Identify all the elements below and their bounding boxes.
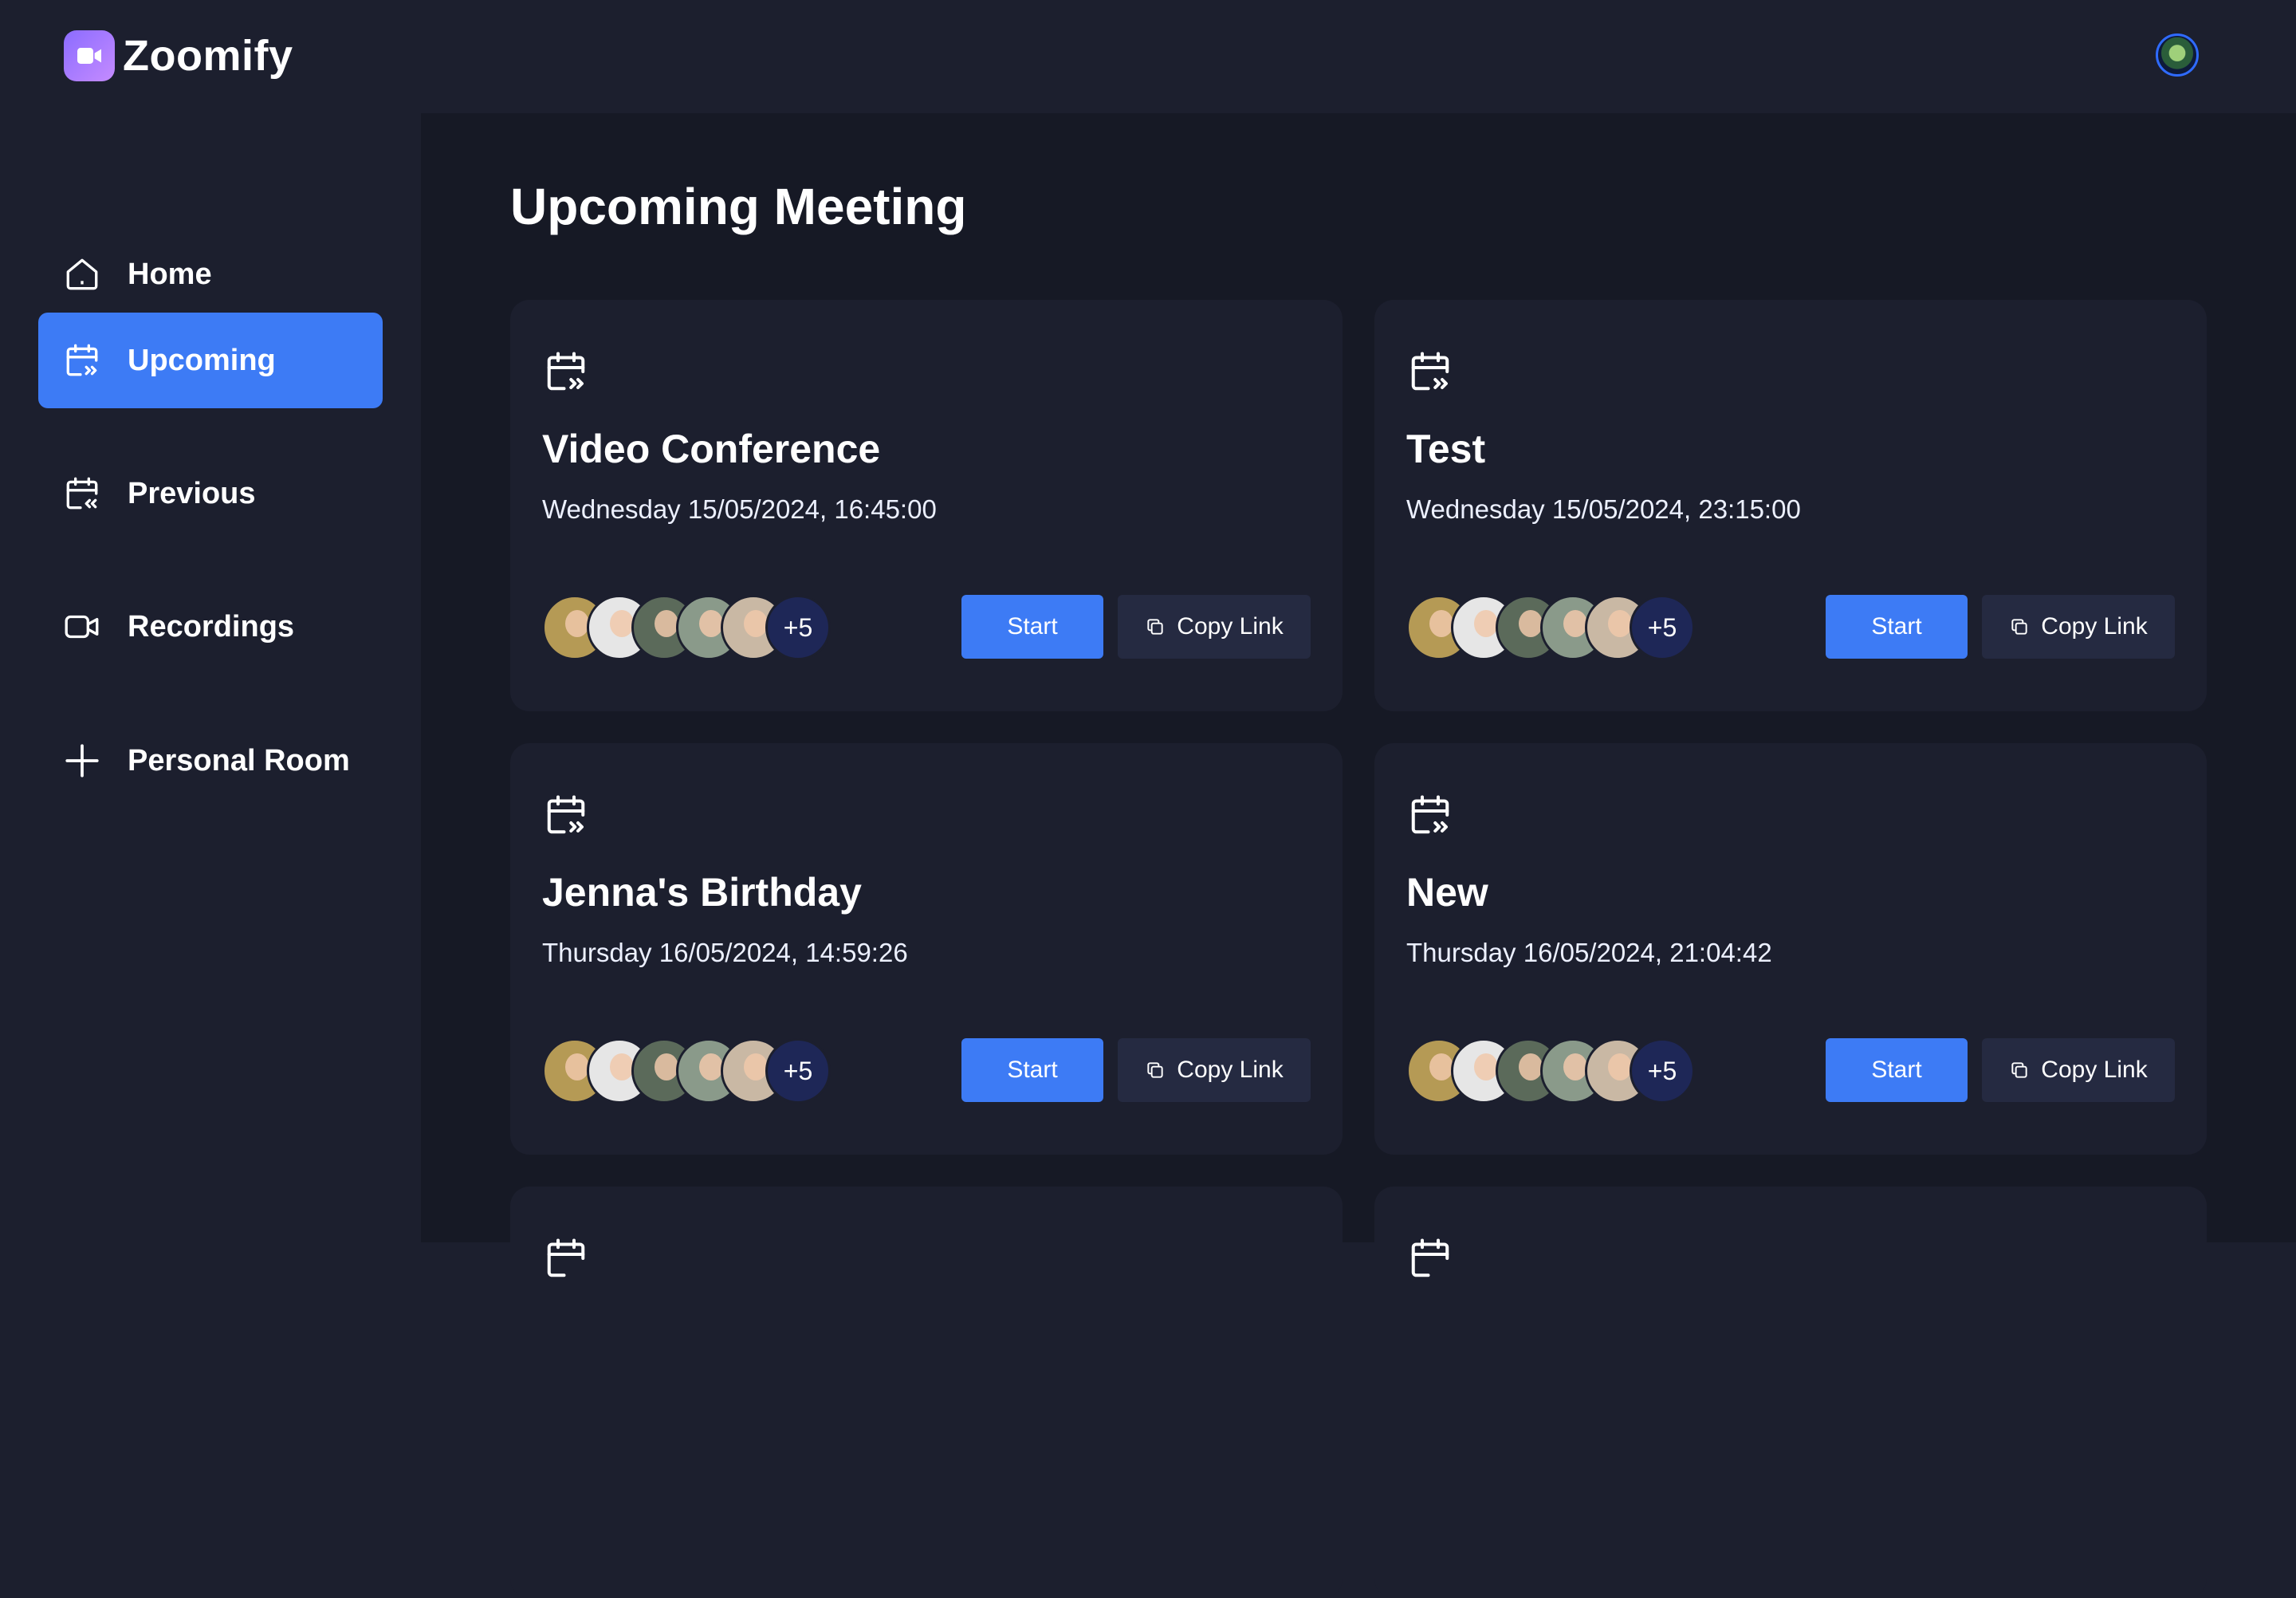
meeting-title: Jenna's Birthday [542, 870, 862, 915]
calendar-upcoming-icon [1411, 795, 1449, 834]
sidebar-item-label: Previous [128, 476, 256, 510]
start-button[interactable]: Start [961, 595, 1103, 659]
more-attendees-badge: +5 [1630, 595, 1695, 660]
attendee-avatars: +5 [1406, 595, 1695, 660]
copy-icon [1147, 1062, 1163, 1078]
sidebar: Home Upcoming Previous Recordings Person… [0, 113, 421, 1242]
meeting-card: New Thursday 16/05/2024, 21:04:42 +5 Sta… [1374, 743, 2207, 1155]
meeting-date: Wednesday 15/05/2024, 23:15:00 [1406, 494, 1801, 524]
more-attendees-badge: +5 [1630, 1038, 1695, 1104]
sidebar-item-previous[interactable]: Previous [38, 446, 383, 541]
home-icon [66, 258, 98, 290]
copy-link-label: Copy Link [1177, 1057, 1284, 1083]
calendar-upcoming-icon [547, 1238, 585, 1277]
sidebar-item-upcoming[interactable]: Upcoming [38, 313, 383, 408]
meeting-card [1374, 1187, 2207, 1598]
sidebar-item-recordings[interactable]: Recordings [38, 579, 383, 675]
start-button[interactable]: Start [1826, 595, 1968, 659]
calendar-previous-icon [66, 477, 98, 510]
meeting-date: Wednesday 15/05/2024, 16:45:00 [542, 494, 937, 524]
main-content: Upcoming Meeting Video Conference Wednes… [421, 113, 2296, 1598]
app-name: Zoomify [123, 32, 293, 80]
video-camera-icon [65, 615, 99, 639]
copy-icon [2011, 619, 2027, 635]
meeting-card: Jenna's Birthday Thursday 16/05/2024, 14… [510, 743, 1343, 1155]
user-avatar[interactable] [2156, 33, 2199, 77]
meeting-date: Thursday 16/05/2024, 21:04:42 [1406, 938, 1772, 967]
page-title: Upcoming Meeting [510, 178, 967, 235]
start-button[interactable]: Start [961, 1038, 1103, 1102]
start-button[interactable]: Start [1826, 1038, 1968, 1102]
copy-link-label: Copy Link [2041, 613, 2148, 640]
copy-icon [2011, 1062, 2027, 1078]
app-logo[interactable]: Zoomify [64, 30, 293, 81]
meeting-date: Thursday 16/05/2024, 14:59:26 [542, 938, 908, 967]
meeting-title: Video Conference [542, 427, 881, 471]
sidebar-item-home[interactable]: Home [38, 226, 383, 322]
calendar-upcoming-icon [1411, 352, 1449, 391]
copy-link-button[interactable]: Copy Link [1982, 1038, 2175, 1102]
meeting-title: New [1406, 870, 1488, 915]
plus-icon [65, 744, 99, 777]
sidebar-item-label: Upcoming [128, 343, 276, 377]
calendar-upcoming-icon [547, 795, 585, 834]
meeting-card: Video Conference Wednesday 15/05/2024, 1… [510, 300, 1343, 711]
attendee-avatars: +5 [1406, 1038, 1695, 1104]
meeting-card: Test Wednesday 15/05/2024, 23:15:00 +5 S… [1374, 300, 2207, 711]
calendar-upcoming-icon [66, 344, 98, 376]
attendee-avatars: +5 [542, 1038, 831, 1104]
copy-link-label: Copy Link [2041, 1057, 2148, 1083]
copy-icon [1147, 619, 1163, 635]
top-bar: Zoomify [0, 0, 2296, 113]
more-attendees-badge: +5 [765, 1038, 831, 1104]
sidebar-item-label: Personal Room [128, 743, 350, 777]
meeting-card [510, 1187, 1343, 1598]
sidebar-item-label: Home [128, 257, 212, 291]
calendar-upcoming-icon [1411, 1238, 1449, 1277]
copy-link-button[interactable]: Copy Link [1982, 595, 2175, 659]
calendar-upcoming-icon [547, 352, 585, 391]
sidebar-item-personal-room[interactable]: Personal Room [38, 713, 383, 809]
video-camera-logo-icon [64, 30, 115, 81]
copy-link-button[interactable]: Copy Link [1118, 1038, 1311, 1102]
meeting-title: Test [1406, 427, 1486, 471]
more-attendees-badge: +5 [765, 595, 831, 660]
sidebar-item-label: Recordings [128, 609, 295, 644]
copy-link-label: Copy Link [1177, 613, 1284, 640]
attendee-avatars: +5 [542, 595, 831, 660]
copy-link-button[interactable]: Copy Link [1118, 595, 1311, 659]
